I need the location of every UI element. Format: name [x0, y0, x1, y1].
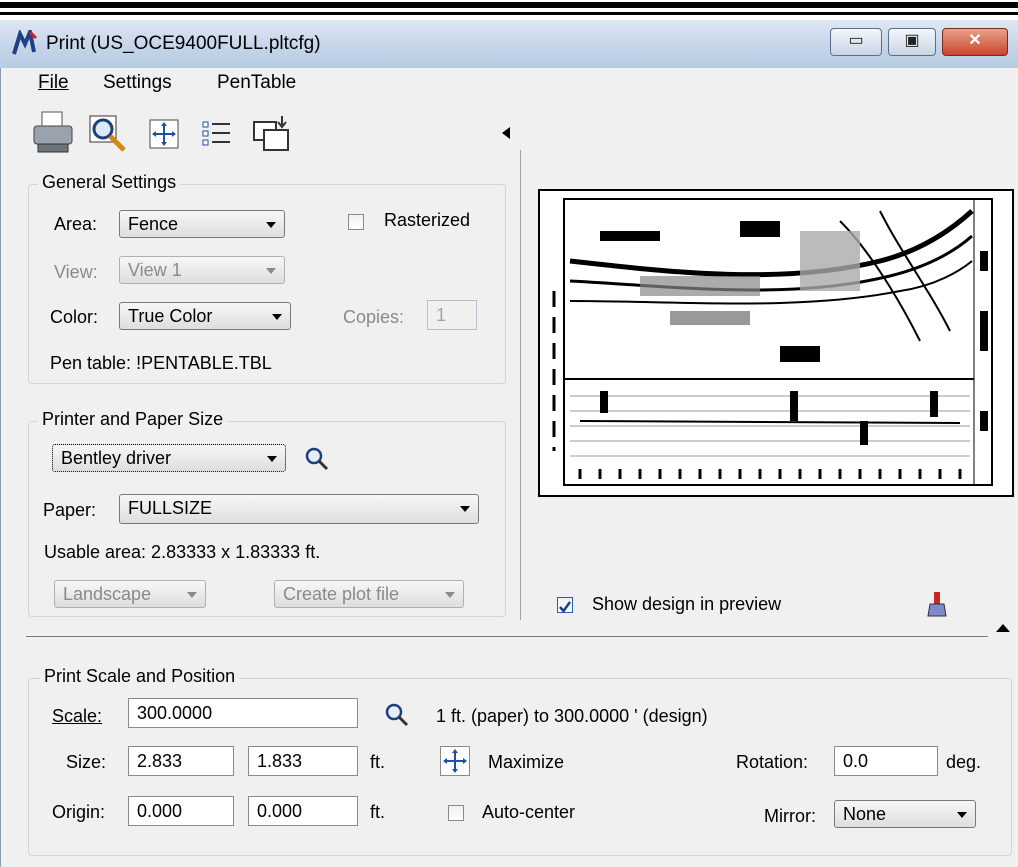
page-setup-icon[interactable] — [252, 114, 292, 154]
checkmark-icon — [559, 601, 572, 614]
chevron-down-icon — [460, 506, 470, 512]
chevron-down-icon — [266, 222, 276, 228]
copies-label: Copies: — [343, 307, 405, 327]
scale-description: 1 ft. (paper) to 300.0000 ' (design) — [436, 706, 708, 726]
view-select[interactable]: View 1 — [119, 256, 285, 284]
rotation-unit: deg. — [946, 752, 982, 772]
chevron-down-icon — [266, 268, 276, 274]
output-select[interactable]: Create plot file — [274, 580, 464, 608]
close-icon: ✕ — [968, 32, 982, 49]
rotation-label: Rotation: — [736, 752, 809, 772]
scale-field[interactable]: 300.0000 — [128, 698, 358, 728]
mirror-label: Mirror: — [764, 806, 816, 826]
top-border-line — [0, 2, 1018, 8]
chevron-down-icon — [187, 592, 197, 598]
preview-drawing — [552, 198, 993, 486]
collapse-arrow-icon[interactable] — [502, 127, 510, 139]
view-label: View: — [54, 262, 98, 282]
top-border-line-2 — [0, 12, 1018, 15]
pen-table-text: Pen table: !PENTABLE.TBL — [50, 353, 272, 373]
print-scale-title: Print Scale and Position — [40, 666, 240, 687]
window-title: Print (US_OCE9400FULL.pltcfg) — [46, 33, 321, 54]
maximize-icon: ▣ — [904, 32, 920, 49]
show-design-checkbox[interactable] — [557, 597, 573, 614]
scale-magnifier-icon[interactable] — [384, 702, 410, 728]
menu-settings[interactable]: Settings — [103, 72, 172, 94]
rasterized-label: Rasterized — [384, 210, 471, 230]
vertical-splitter[interactable] — [520, 150, 521, 620]
paper-label: Paper: — [43, 500, 97, 520]
printer-driver-select[interactable]: Bentley driver — [52, 444, 286, 472]
maximize-button[interactable]: ▣ — [888, 28, 936, 56]
minimize-icon: ▭ — [848, 32, 864, 49]
print-preview[interactable] — [538, 189, 1014, 497]
fit-arrows-icon — [443, 749, 467, 773]
general-settings-title: General Settings — [38, 172, 181, 193]
origin-y-field[interactable]: 0.000 — [248, 796, 358, 826]
print-icon[interactable] — [30, 110, 76, 156]
auto-center-label: Auto-center — [482, 802, 576, 822]
origin-x-field[interactable]: 0.000 — [128, 796, 234, 826]
area-label: Area: — [54, 214, 98, 234]
printer-paper-title: Printer and Paper Size — [38, 409, 228, 430]
horizontal-splitter[interactable] — [26, 636, 988, 637]
size-height-field[interactable]: 1.833 — [248, 746, 358, 776]
area-select[interactable]: Fence — [119, 210, 285, 238]
chevron-down-icon — [445, 592, 455, 598]
color-label: Color: — [50, 307, 99, 327]
scale-label: Scale: — [52, 706, 103, 726]
fit-extents-icon[interactable] — [148, 118, 180, 150]
origin-label: Origin: — [52, 802, 106, 822]
size-label: Size: — [66, 752, 107, 772]
close-button[interactable]: ✕ — [942, 28, 1008, 56]
size-unit: ft. — [370, 752, 386, 772]
size-width-field[interactable]: 2.833 — [128, 746, 234, 776]
maximize-fit-button[interactable] — [440, 746, 470, 776]
chevron-down-icon — [957, 812, 967, 818]
menu-file[interactable]: File — [38, 72, 69, 94]
menu-pentable[interactable]: PenTable — [217, 72, 296, 94]
minimize-button[interactable]: ▭ — [830, 28, 882, 56]
preview-magnifier-icon[interactable] — [86, 112, 130, 154]
auto-center-checkbox[interactable] — [448, 805, 464, 821]
paper-select[interactable]: FULLSIZE — [119, 494, 479, 524]
usable-area-text: Usable area: 2.83333 x 1.83333 ft. — [44, 542, 321, 562]
mirror-select[interactable]: None — [834, 800, 976, 828]
show-design-label: Show design in preview — [592, 594, 782, 614]
list-properties-icon[interactable] — [200, 118, 232, 150]
rotation-field[interactable]: 0.0 — [834, 746, 938, 776]
chevron-down-icon — [267, 456, 277, 462]
printer-magnifier-icon[interactable] — [304, 446, 330, 472]
orientation-select[interactable]: Landscape — [54, 580, 206, 608]
color-select[interactable]: True Color — [119, 302, 291, 330]
expand-arrow-icon[interactable] — [996, 624, 1010, 632]
copies-field[interactable]: 1 — [427, 300, 477, 330]
chevron-down-icon — [272, 314, 282, 320]
origin-unit: ft. — [370, 802, 386, 822]
rasterized-checkbox[interactable] — [348, 214, 364, 230]
microstation-logo-icon — [12, 30, 38, 55]
maximize-label: Maximize — [488, 752, 565, 772]
eraser-brush-icon[interactable] — [926, 590, 948, 618]
